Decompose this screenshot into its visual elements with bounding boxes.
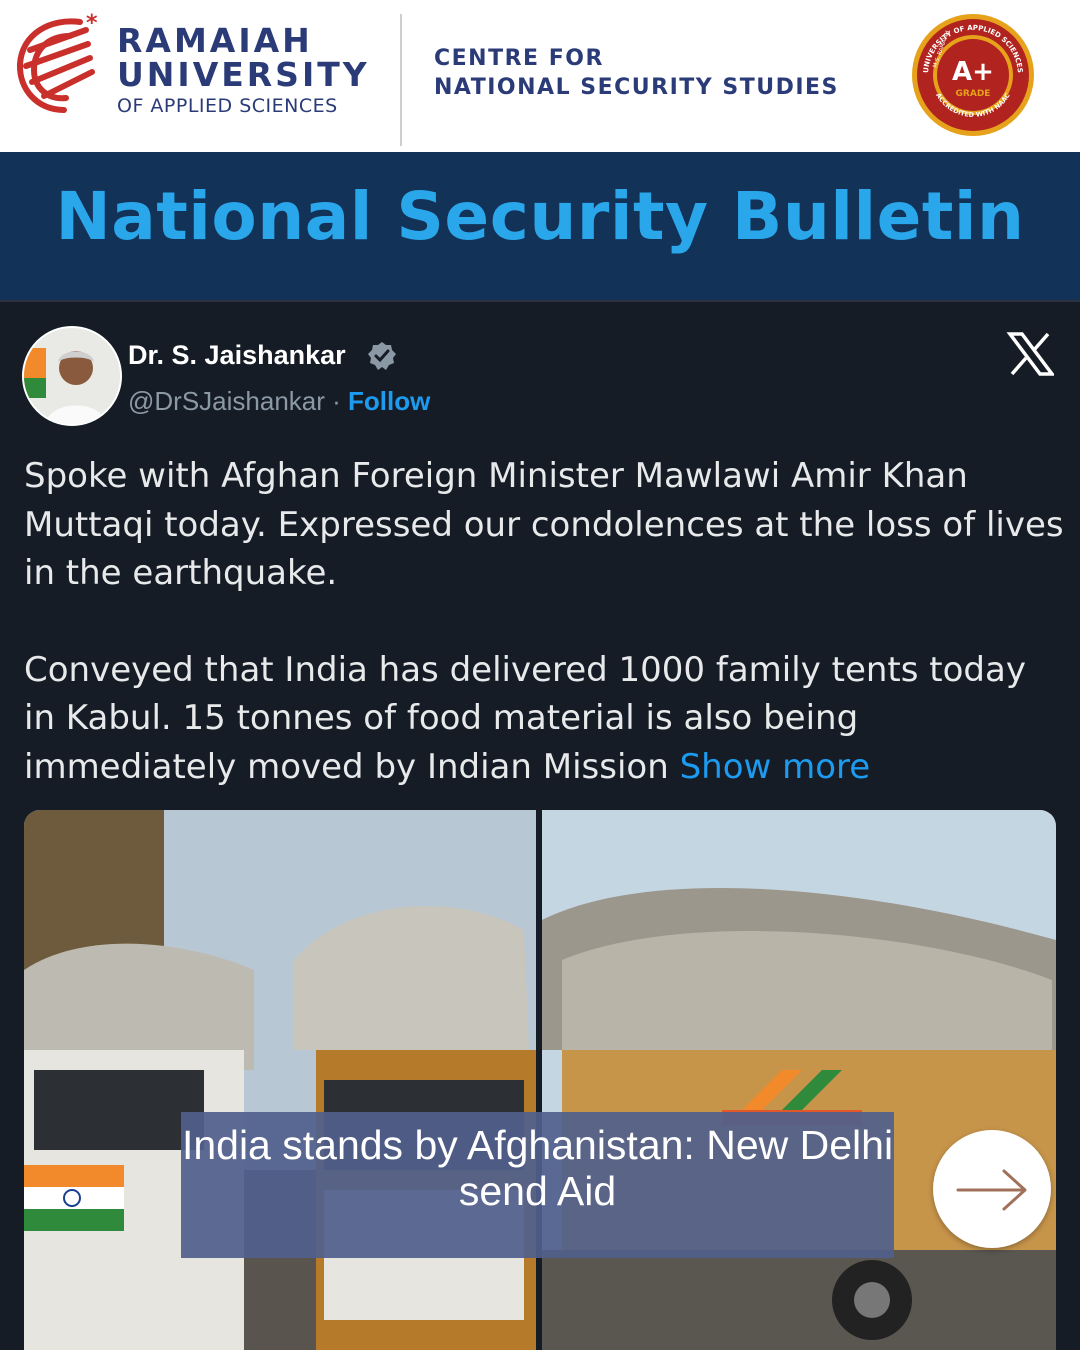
centre-name-line2: NATIONAL SECURITY STUDIES: [434, 75, 839, 100]
tweet-paragraph-2-text: Conveyed that India has delivered 1000 f…: [24, 649, 1026, 787]
svg-text:*: *: [86, 11, 98, 36]
university-name-line3: OF APPLIED SCIENCES: [117, 95, 338, 117]
verified-badge-icon: [368, 342, 396, 370]
seal-grade-label: GRADE: [956, 89, 991, 99]
aid-trucks-photo-left[interactable]: [24, 810, 536, 1350]
headline-caption: India stands by Afghanistan: New Delhi s…: [181, 1112, 894, 1258]
university-name-line1: RAMAIAH: [117, 21, 313, 60]
x-logo-icon[interactable]: [1006, 332, 1054, 376]
naac-accreditation-seal: UNIVERSITY OF APPLIED SCIENCES ACCREDITE…: [912, 14, 1034, 136]
follow-button[interactable]: Follow: [348, 386, 430, 416]
author-handle[interactable]: @DrSJaishankar: [128, 386, 325, 416]
university-name-line2: UNIVERSITY: [117, 55, 370, 94]
aid-trucks-photo-right[interactable]: [542, 810, 1056, 1350]
tweet-paragraph-2: Conveyed that India has delivered 1000 f…: [24, 646, 1064, 792]
university-name: RAMAIAH UNIVERSITY OF APPLIED SCIENCES: [117, 21, 370, 118]
page-header: * RAMAIAH UNIVERSITY OF APPLIED SCIENCES…: [0, 0, 1080, 152]
next-slide-button[interactable]: [933, 1130, 1051, 1248]
tweet-paragraph-1: Spoke with Afghan Foreign Minister Mawla…: [24, 456, 1064, 593]
handle-separator: ·: [324, 386, 349, 416]
avatar-portrait-icon: [24, 328, 120, 424]
tweet-body: Spoke with Afghan Foreign Minister Mawla…: [24, 452, 1064, 791]
bulletin-title: National Security Bulletin: [55, 178, 1025, 255]
centre-name-line1: CENTRE FOR: [434, 46, 604, 71]
show-more-link[interactable]: Show more: [680, 747, 871, 787]
arrow-right-icon: [956, 1169, 1027, 1211]
seal-grade: A+: [952, 57, 994, 87]
tweet-media[interactable]: [24, 810, 1056, 1350]
handle-row: @DrSJaishankar · Follow: [128, 386, 430, 417]
header-divider: [400, 14, 402, 146]
centre-name: CENTRE FOR NATIONAL SECURITY STUDIES: [434, 44, 839, 102]
author-avatar[interactable]: [22, 326, 122, 426]
author-name[interactable]: Dr. S. Jaishankar: [128, 340, 346, 371]
university-logo: *: [16, 11, 98, 113]
